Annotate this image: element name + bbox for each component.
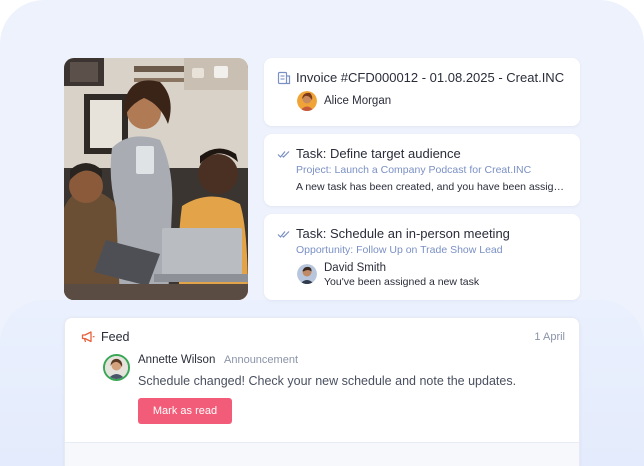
feed-date: 1 April bbox=[534, 331, 565, 343]
next-feed-item bbox=[65, 443, 579, 466]
post-tag: Announcement bbox=[224, 354, 298, 366]
invoice-card[interactable]: Invoice #CFD000012 - 01.08.2025 - Creat.… bbox=[264, 58, 580, 126]
task-title: Task: Define target audience bbox=[296, 146, 461, 161]
avatar bbox=[297, 264, 317, 284]
feed-panel: Feed 1 April Annette Wilson Announcement… bbox=[64, 317, 580, 466]
assignee-name: David Smith bbox=[324, 262, 386, 274]
assignment-note: You've been assigned a new task bbox=[324, 276, 480, 288]
assignee-name: Alice Morgan bbox=[324, 95, 392, 107]
task-title: Task: Schedule an in-person meeting bbox=[296, 226, 510, 241]
opportunity-link[interactable]: Opportunity: Follow Up on Trade Show Lea… bbox=[296, 244, 503, 256]
feed-title: Feed bbox=[101, 330, 130, 344]
project-link[interactable]: Project: Launch a Company Podcast for Cr… bbox=[296, 164, 531, 176]
invoice-title: Invoice #CFD000012 - 01.08.2025 - Creat.… bbox=[296, 70, 565, 85]
avatar bbox=[103, 354, 130, 381]
mark-as-read-button[interactable]: Mark as read bbox=[138, 398, 232, 424]
task-description: A new task has been created, and you hav… bbox=[296, 181, 568, 193]
task-card[interactable]: Task: Schedule an in-person meeting Oppo… bbox=[264, 214, 580, 300]
megaphone-icon bbox=[80, 329, 96, 345]
task-card[interactable]: Task: Define target audience Project: La… bbox=[264, 134, 580, 206]
post-author: Annette Wilson bbox=[138, 354, 216, 366]
double-check-icon bbox=[277, 147, 291, 161]
invoice-document-icon bbox=[277, 71, 291, 85]
avatar bbox=[297, 91, 317, 111]
team-photo bbox=[64, 58, 248, 300]
post-message: Schedule changed! Check your new schedul… bbox=[138, 374, 517, 388]
double-check-icon bbox=[277, 227, 291, 241]
